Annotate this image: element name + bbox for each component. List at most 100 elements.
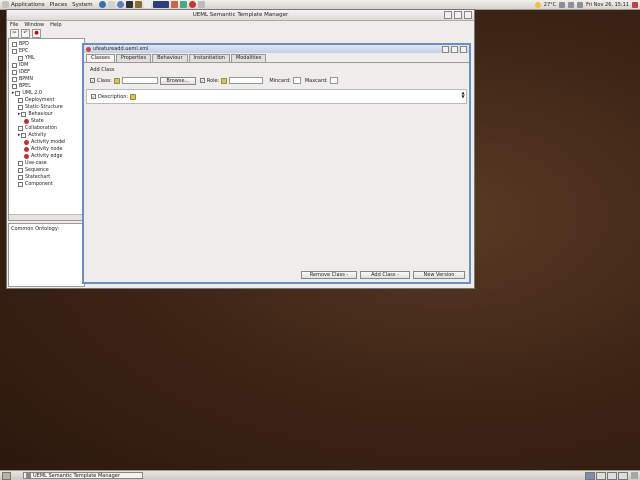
window-menu[interactable]: Window (24, 22, 44, 28)
tree-node[interactable]: ▸ Behaviour (9, 111, 84, 118)
role-checkbox[interactable]: ✓ (199, 78, 205, 83)
class-lookup-icon[interactable] (113, 77, 120, 84)
tree-node[interactable]: BPEL (9, 83, 84, 90)
file-menu[interactable]: File (10, 22, 18, 28)
tab-instantiation[interactable]: Instantiation (188, 54, 230, 62)
workspace-1[interactable] (585, 471, 595, 480)
tree-node[interactable]: IDM (9, 62, 84, 69)
show-desktop-icon[interactable] (2, 471, 11, 480)
tab-properties[interactable]: Properties (115, 54, 152, 62)
foot-icon[interactable] (2, 1, 9, 8)
tree-node[interactable]: Activity model (9, 139, 84, 146)
terminal-launcher-icon[interactable] (125, 1, 133, 8)
mail-launcher-icon[interactable] (107, 1, 115, 8)
tree-horizontal-scrollbar[interactable] (9, 214, 84, 220)
tree-node[interactable]: Statechart (9, 174, 84, 181)
tree-node-label: Activity node (31, 147, 63, 152)
maximize-button[interactable] (454, 11, 462, 19)
trash-icon[interactable] (631, 472, 638, 479)
class-input[interactable] (121, 77, 158, 84)
tree-node[interactable]: BPMN (9, 76, 84, 83)
expander-icon[interactable]: ▸ (18, 112, 20, 117)
workspace-switcher[interactable] (585, 471, 628, 480)
undo-icon[interactable]: ↶ (21, 29, 30, 38)
document-maximize-button[interactable] (451, 45, 458, 53)
minimize-button[interactable] (444, 11, 452, 19)
tree-node[interactable]: State (9, 118, 84, 125)
file-icon (18, 56, 23, 61)
common-ontology-label: Common Ontology: (11, 226, 60, 232)
tree-node-label: BPD (19, 42, 29, 47)
window-titlebar[interactable]: UEML Semantic Template Manager (7, 10, 474, 21)
tab-behaviour[interactable]: Behaviour (152, 54, 188, 62)
tree-node-label: EPC (19, 49, 29, 54)
tree-node[interactable]: Deployment (9, 97, 84, 104)
workspace-3[interactable] (607, 471, 617, 480)
role-lookup-icon[interactable] (221, 77, 228, 84)
class-checkbox[interactable]: ✓ (90, 78, 95, 83)
tree-node-label: Component (25, 182, 53, 187)
battery-icon[interactable] (577, 1, 584, 8)
maxcard-input[interactable] (329, 77, 338, 84)
volume-icon[interactable] (568, 1, 575, 8)
tree-node[interactable]: Collaboration (9, 125, 84, 132)
description-scroll-arrows[interactable]: ▲ ▼ (461, 91, 465, 100)
files-launcher-icon[interactable] (134, 1, 142, 8)
diagram-tree[interactable]: BPD EPC YML IDM IDEF BPMN BPEL ▸ UML 2.0 Deployme… (8, 38, 85, 221)
power-icon[interactable] (632, 1, 638, 8)
remove-class-button[interactable]: Remove Class - (301, 271, 357, 279)
app-launcher-icon[interactable] (152, 1, 169, 8)
tree-node[interactable]: Component (9, 181, 84, 188)
chat-launcher-icon[interactable] (179, 1, 187, 8)
taskbar-app-icon (26, 473, 31, 478)
expander-icon[interactable]: ▸ (12, 91, 14, 96)
tab-modalities[interactable]: Modalities (230, 54, 267, 62)
network-icon[interactable] (559, 1, 566, 8)
file-icon (18, 161, 23, 166)
system-menu[interactable]: System (72, 2, 93, 8)
places-menu[interactable]: Places (50, 2, 68, 8)
stop-icon[interactable]: ● (32, 29, 41, 38)
document-close-button[interactable] (460, 45, 467, 53)
tree-node[interactable]: ▸ Activity (9, 132, 84, 139)
office-launcher-icon[interactable] (170, 1, 178, 8)
tree-node-label: Statechart (25, 175, 51, 180)
tree-node[interactable]: ▸ UML 2.0 (9, 90, 84, 97)
add-class-section-label: Add Class (90, 67, 115, 73)
editor-launcher-icon[interactable] (143, 1, 151, 8)
tree-node[interactable]: Activity node (9, 146, 84, 153)
add-class-button[interactable]: Add Class - (360, 271, 410, 279)
expander-icon[interactable]: ▸ (18, 133, 20, 138)
applications-menu[interactable]: Applications (11, 2, 45, 8)
bottom-panel: UEML Semantic Template Manager (0, 470, 640, 480)
document-titlebar[interactable]: ufeatureadd.ueml.xml (84, 45, 469, 53)
help-menu[interactable]: Help (50, 22, 61, 28)
media-launcher-icon[interactable] (188, 1, 196, 8)
tab-classes[interactable]: Classes (86, 54, 115, 62)
cut-icon[interactable]: ✂ (10, 29, 19, 38)
workspace-2[interactable] (596, 471, 606, 480)
role-input[interactable] (229, 77, 264, 84)
tree-node[interactable]: BPD (9, 41, 84, 48)
description-lookup-icon[interactable] (130, 93, 137, 100)
taskbar-button[interactable]: UEML Semantic Template Manager (23, 472, 143, 479)
bean-icon (24, 154, 29, 159)
window-launcher-icon[interactable] (197, 1, 205, 8)
browse-button[interactable]: Browse... (159, 76, 196, 85)
tree-node[interactable]: Activity edge (9, 153, 84, 160)
help-launcher-icon[interactable] (116, 1, 124, 8)
description-checkbox[interactable]: ✓ (91, 94, 96, 99)
mincard-input[interactable] (292, 77, 301, 84)
workspace-4[interactable] (618, 471, 628, 480)
tree-node[interactable]: YML (9, 55, 84, 62)
document-minimize-button[interactable] (442, 45, 449, 53)
new-version-button[interactable]: New Version (413, 271, 465, 279)
tree-node[interactable]: EPC (9, 48, 84, 55)
tree-node[interactable]: Sequence (9, 167, 84, 174)
close-button[interactable] (464, 11, 472, 19)
tree-node[interactable]: IDEF (9, 69, 84, 76)
browser-launcher-icon[interactable] (98, 1, 106, 8)
clock[interactable]: Fri Nov 26, 15:11 (586, 2, 629, 8)
tree-node[interactable]: Static-Structure (9, 104, 84, 111)
tree-node[interactable]: Use-case (9, 160, 84, 167)
